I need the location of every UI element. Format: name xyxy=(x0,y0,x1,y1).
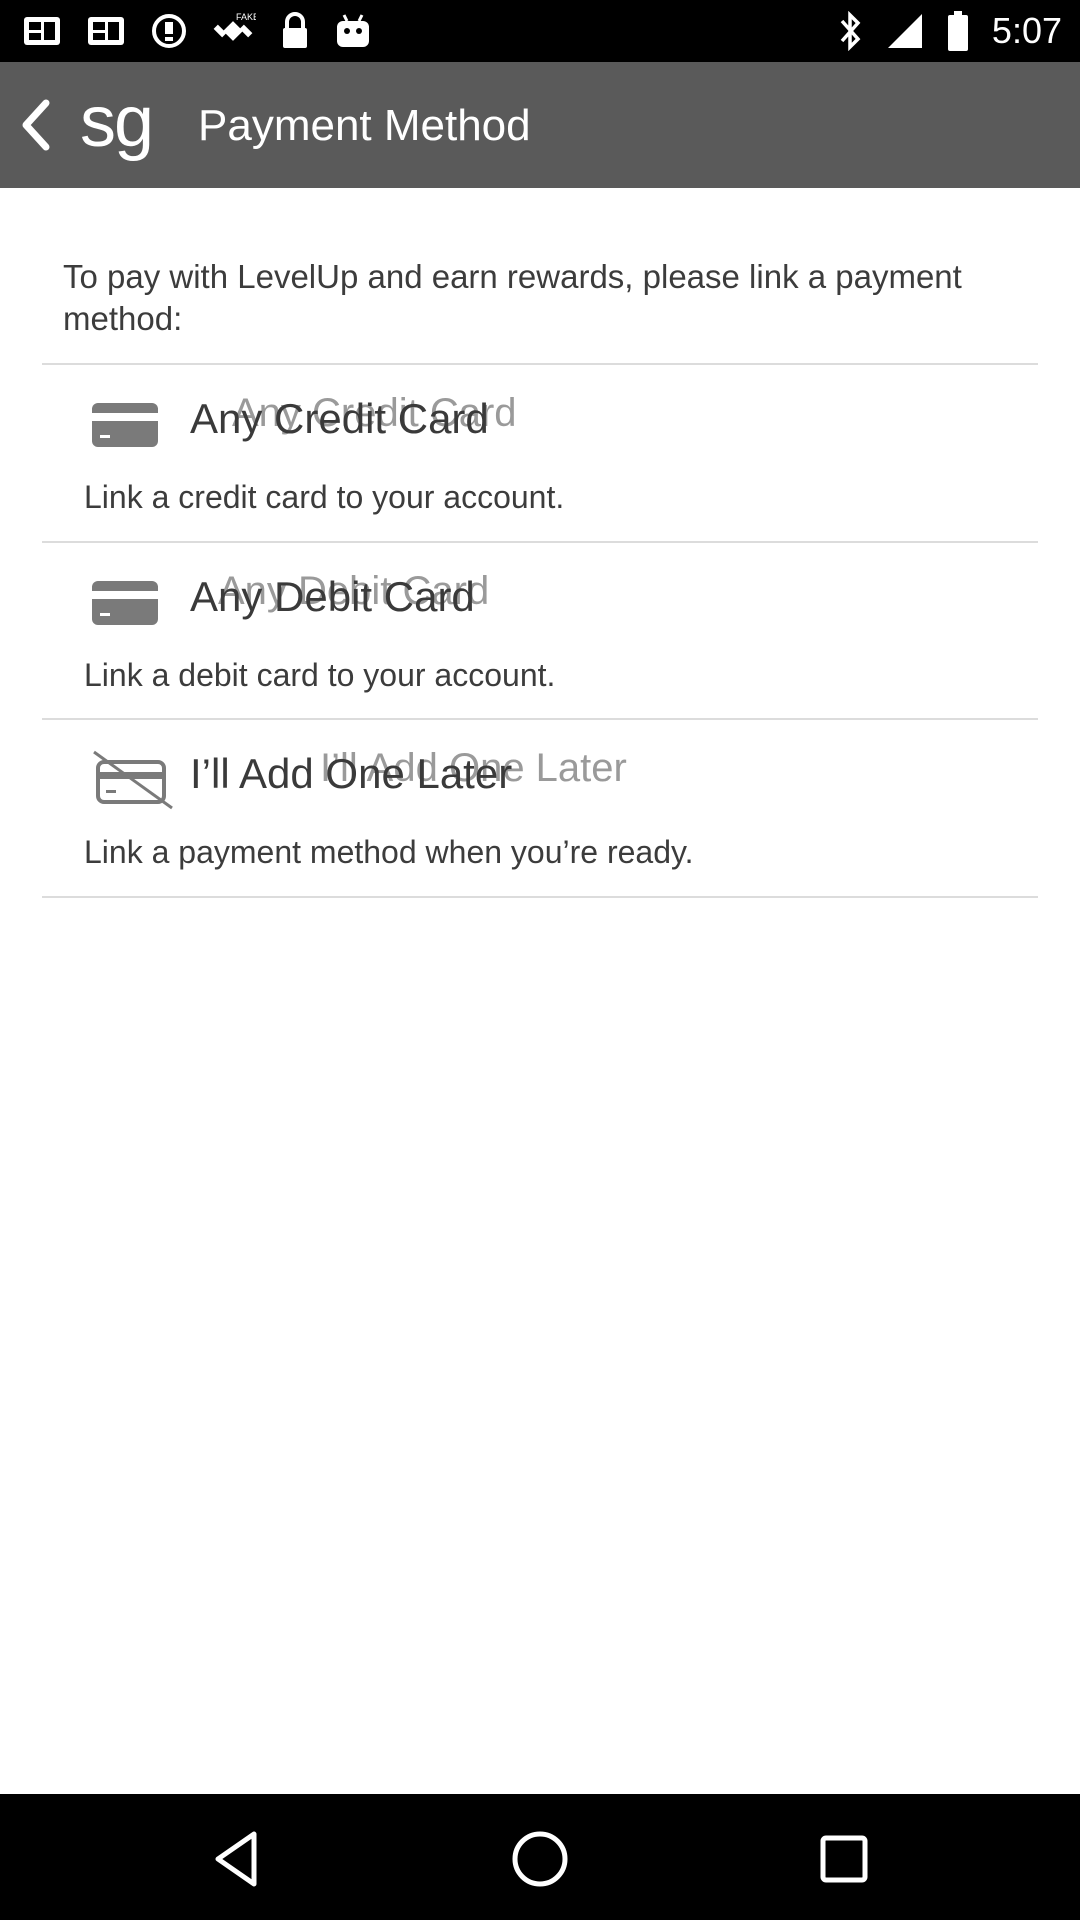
debit-card-icon xyxy=(90,573,170,633)
triangle-back-icon xyxy=(204,1831,274,1898)
bluetooth-icon xyxy=(836,11,864,51)
alert-circle-icon xyxy=(150,12,188,50)
android-icon xyxy=(334,13,372,49)
image-icon xyxy=(22,13,62,49)
intro-text: To pay with LevelUp and earn rewards, pl… xyxy=(63,258,962,337)
app-logo: sg xyxy=(80,82,154,162)
svg-text:FAKE: FAKE xyxy=(236,12,256,22)
satellite-fake-gps-icon: FAKE xyxy=(212,10,256,52)
option-debit-card[interactable]: Any Debit Card Any Debit Card Link a deb… xyxy=(42,543,1038,719)
signal-icon xyxy=(886,12,924,50)
chevron-left-icon xyxy=(10,99,60,159)
image-icon xyxy=(86,13,126,49)
option-title: Any Debit Card xyxy=(190,573,475,620)
option-title: Any Credit Card xyxy=(190,395,489,442)
option-credit-card[interactable]: Any Credit Card Any Credit Card Link a c… xyxy=(42,365,1038,541)
lock-icon xyxy=(280,12,310,50)
card-off-icon xyxy=(90,750,173,810)
circle-home-icon xyxy=(505,1831,575,1898)
status-bar: FAKE 5:07 xyxy=(0,0,1080,62)
option-title: I’ll Add One Later xyxy=(190,750,513,797)
battery-icon xyxy=(946,10,970,52)
option-description: Link a payment method when you’re ready. xyxy=(84,834,694,870)
nav-recents-button[interactable] xyxy=(809,1824,879,1894)
square-recents-icon xyxy=(809,1835,879,1898)
system-nav-bar xyxy=(0,1794,1080,1920)
divider xyxy=(42,896,1038,898)
option-description: Link a credit card to your account. xyxy=(84,479,565,515)
status-time: 5:07 xyxy=(991,10,1062,51)
back-button[interactable] xyxy=(10,95,60,155)
nav-back-button[interactable] xyxy=(204,1824,274,1894)
status-left-icons: FAKE xyxy=(22,10,372,52)
nav-home-button[interactable] xyxy=(505,1824,575,1894)
option-add-later[interactable]: I’ll Add One Later I’ll Add One Later Li… xyxy=(42,720,1038,896)
status-right-icons: 5:07 xyxy=(836,8,1062,54)
app-bar: sg Payment Method xyxy=(0,62,1080,188)
page-title: Payment Method xyxy=(198,101,531,150)
credit-card-icon xyxy=(90,395,170,455)
option-description: Link a debit card to your account. xyxy=(84,657,556,693)
